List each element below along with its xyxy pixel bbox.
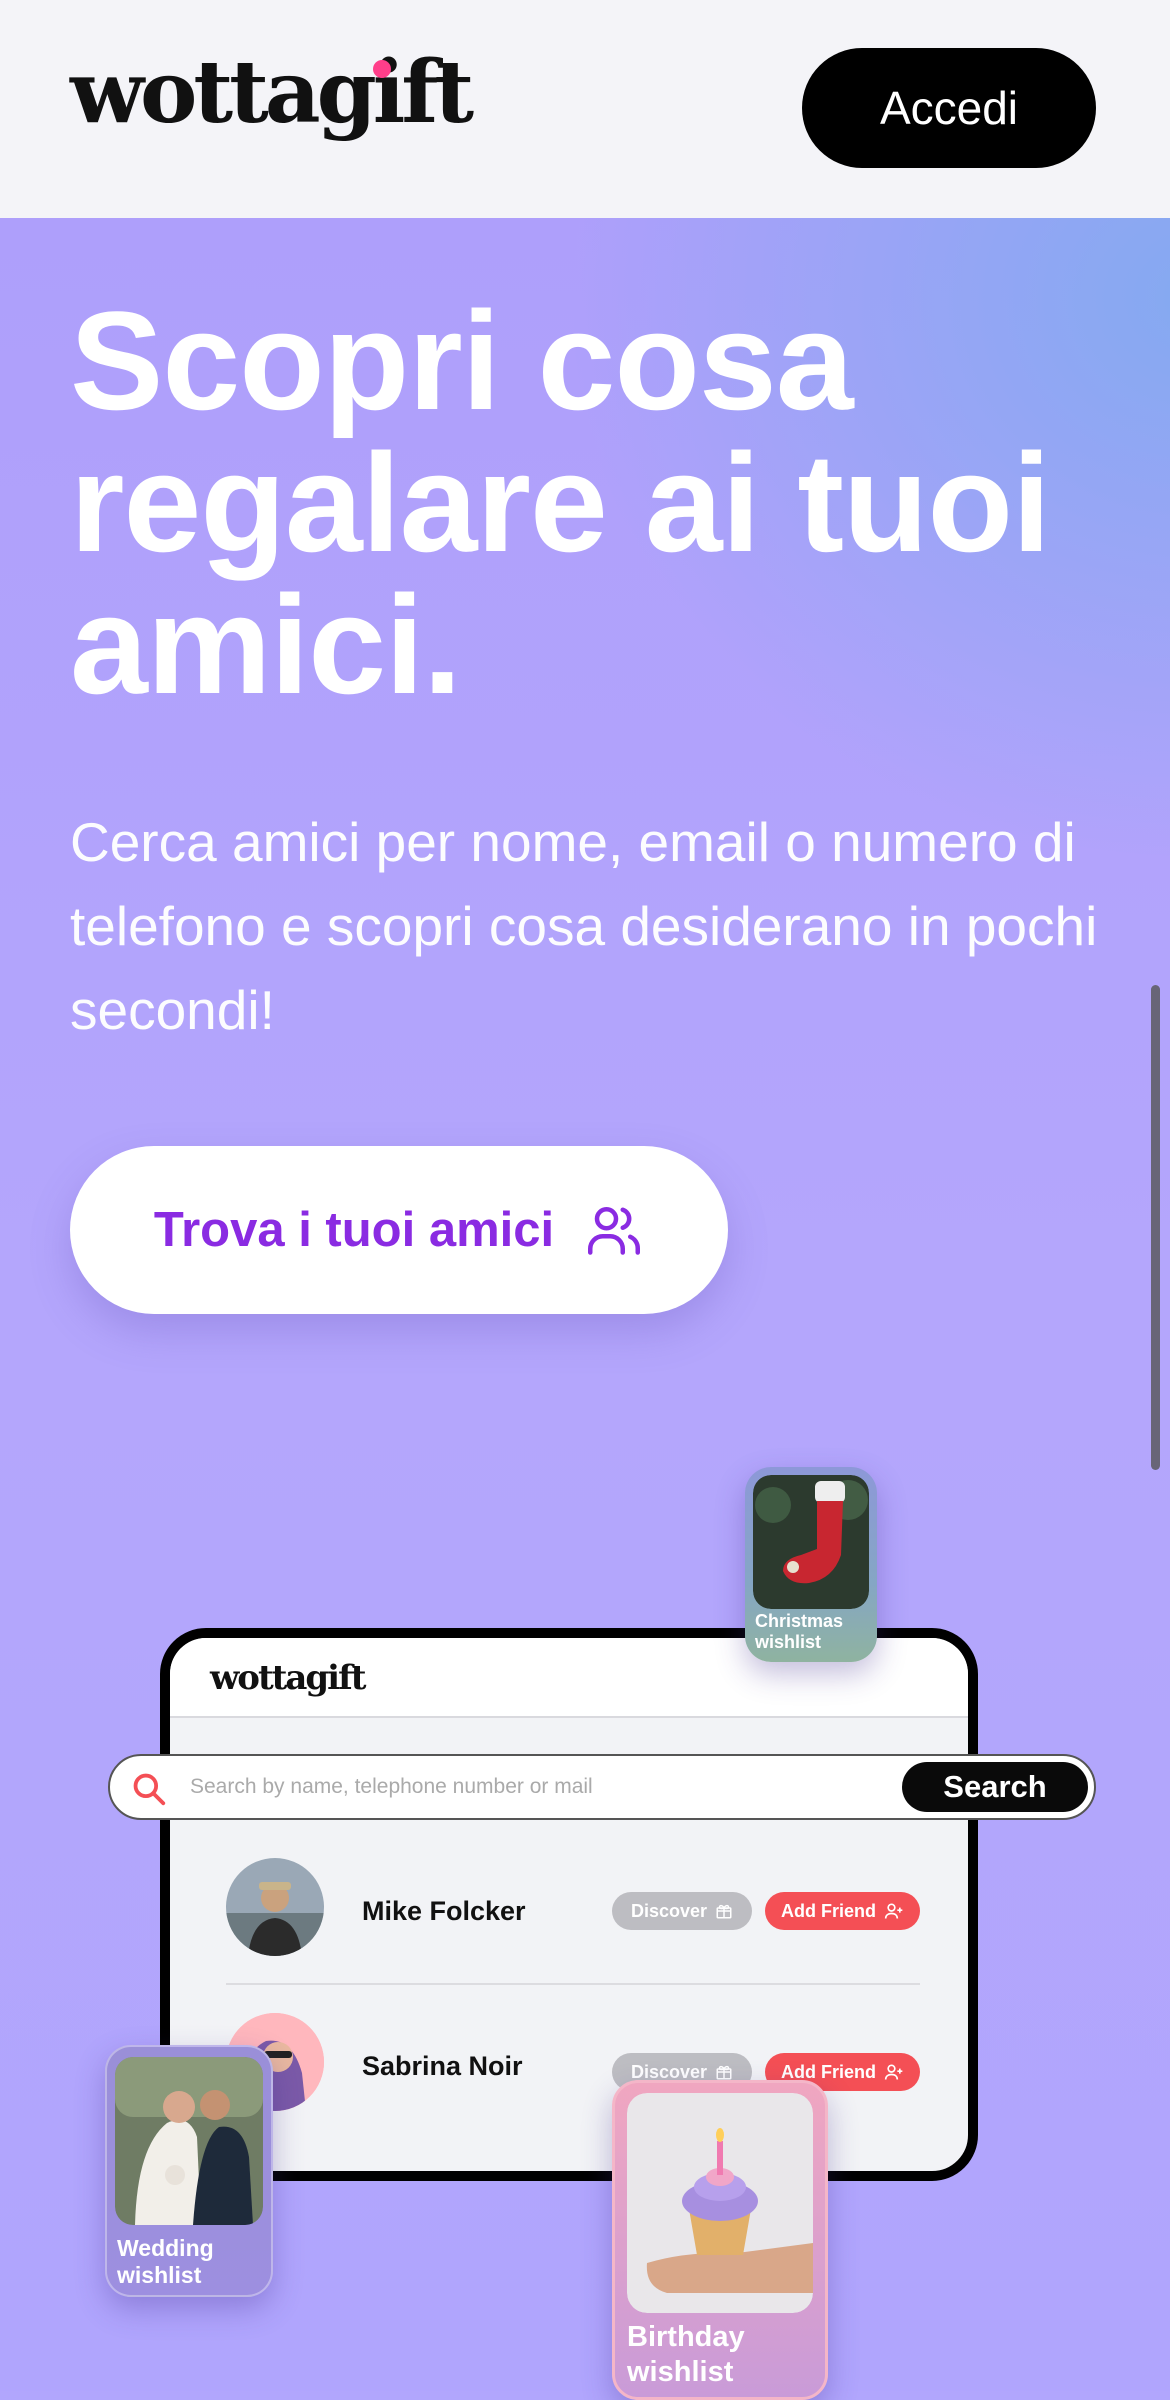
add-friend-button[interactable]: Add Friend: [765, 1892, 920, 1930]
find-friends-label: Trova i tuoi amici: [153, 1203, 555, 1257]
mockup-search-bar[interactable]: Search by name, telephone number or mail…: [108, 1754, 1096, 1820]
hero-headline: Scopri cosa regalare ai tuoi amici.: [70, 282, 1051, 723]
avatar-mike: [226, 1858, 324, 1956]
birthday-wishlist-card[interactable]: Birthday wishlist: [612, 2080, 828, 2400]
wedding-wishlist-card[interactable]: Wedding wishlist: [105, 2045, 273, 2297]
row-divider: [226, 1983, 920, 1985]
mockup-logo: wottagift: [210, 1658, 366, 1698]
user-plus-icon: [884, 2064, 903, 2080]
friend-name: Mike Folcker: [362, 1896, 526, 1926]
gift-icon: [716, 1904, 732, 1919]
top-header: wottagift Accedi: [0, 0, 1170, 218]
search-placeholder: Search by name, telephone number or mail: [190, 1775, 593, 1798]
christmas-wishlist-label: Christmas wishlist: [755, 1611, 844, 1652]
add-friend-label: Add Friend: [781, 1900, 876, 1921]
find-friends-button[interactable]: Trova i tuoi amici: [70, 1146, 728, 1314]
christmas-photo: [753, 1475, 869, 1609]
user-plus-icon: [884, 1903, 903, 1919]
users-icon: [588, 1207, 641, 1255]
search-icon: [133, 1773, 166, 1806]
friend-name: Sabrina Noir: [362, 2051, 523, 2081]
search-button[interactable]: Search: [902, 1762, 1088, 1812]
birthday-photo: [627, 2093, 813, 2313]
login-button[interactable]: Accedi: [802, 48, 1096, 168]
scrollbar-thumb[interactable]: [1151, 985, 1160, 1470]
gift-icon: [716, 2065, 732, 2080]
discover-label: Discover: [630, 1900, 708, 1921]
birthday-wishlist-label: Birthday wishlist: [627, 2321, 745, 2388]
logo-dot: [373, 60, 391, 78]
hero-subtitle: Cerca amici per nome, email o numero di …: [70, 811, 1098, 1041]
christmas-wishlist-card[interactable]: Christmas wishlist: [745, 1467, 877, 1662]
discover-button[interactable]: Discover: [612, 1892, 752, 1930]
wedding-wishlist-label: Wedding wishlist: [117, 2235, 214, 2288]
wedding-photo: [115, 2057, 263, 2225]
wottagift-logo[interactable]: wottagift: [70, 50, 474, 136]
